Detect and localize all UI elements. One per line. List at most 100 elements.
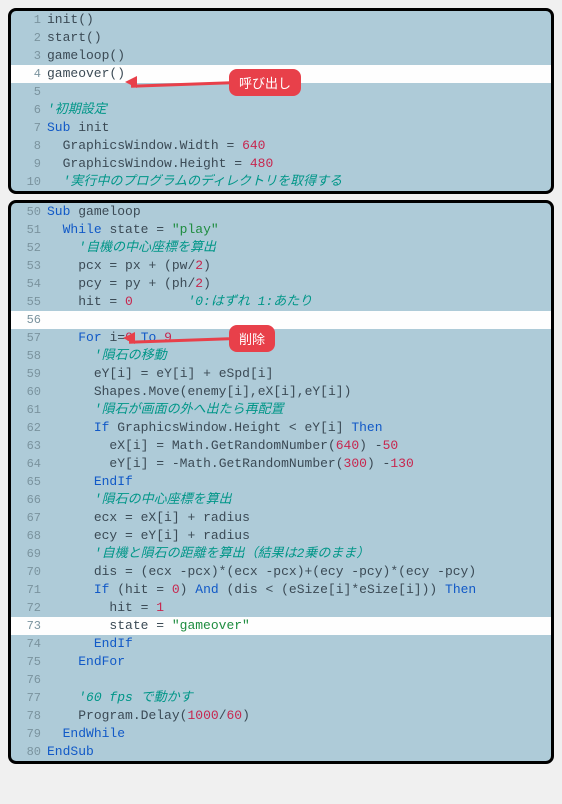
line-number: 59	[11, 365, 47, 383]
code-line: 77 '60 fps で動かす	[11, 689, 551, 707]
line-number: 64	[11, 455, 47, 473]
line-number: 51	[11, 221, 47, 239]
code-content: EndIf	[47, 635, 551, 653]
code-line: 65 EndIf	[11, 473, 551, 491]
line-number: 68	[11, 527, 47, 545]
line-number: 74	[11, 635, 47, 653]
code-line: 60 Shapes.Move(enemy[i],eX[i],eY[i])	[11, 383, 551, 401]
code-line: 8 GraphicsWindow.Width = 640	[11, 137, 551, 155]
code-content: state = "gameover"	[47, 617, 551, 635]
line-number: 67	[11, 509, 47, 527]
code-line: 9 GraphicsWindow.Height = 480	[11, 155, 551, 173]
line-number: 4	[11, 65, 47, 83]
code-line: 68 ecy = eY[i] + radius	[11, 527, 551, 545]
code-line: 72 hit = 1	[11, 599, 551, 617]
code-content: While state = "play"	[47, 221, 551, 239]
line-number: 72	[11, 599, 47, 617]
code-content: init()	[47, 11, 551, 29]
code-line: 62 If GraphicsWindow.Height < eY[i] Then	[11, 419, 551, 437]
code-line: 80EndSub	[11, 743, 551, 761]
line-number: 71	[11, 581, 47, 599]
code-line: 52 '自機の中心座標を算出	[11, 239, 551, 257]
code-line: 10 '実行中のプログラムのディレクトリを取得する	[11, 173, 551, 191]
line-number: 60	[11, 383, 47, 401]
arrow-head-icon	[125, 76, 137, 88]
line-number: 78	[11, 707, 47, 725]
code-content: '隕石の中心座標を算出	[47, 491, 551, 509]
code-content: pcy = py + (ph/2)	[47, 275, 551, 293]
code-content: EndIf	[47, 473, 551, 491]
line-number: 65	[11, 473, 47, 491]
code-line: 54 pcy = py + (ph/2)	[11, 275, 551, 293]
code-content: '自機の中心座標を算出	[47, 239, 551, 257]
code-content: eX[i] = Math.GetRandomNumber(640) -50	[47, 437, 551, 455]
code-content: start()	[47, 29, 551, 47]
code-content: '自機と隕石の距離を算出（結果は2乗のまま）	[47, 545, 551, 563]
code-block-bottom: 削除 50Sub gameloop51 While state = "play"…	[8, 200, 554, 764]
line-number: 77	[11, 689, 47, 707]
code-line: 59 eY[i] = eY[i] + eSpd[i]	[11, 365, 551, 383]
code-line: 7Sub init	[11, 119, 551, 137]
code-line: 73 state = "gameover"	[11, 617, 551, 635]
line-number: 58	[11, 347, 47, 365]
line-number: 55	[11, 293, 47, 311]
code-line: 71 If (hit = 0) And (dis < (eSize[i]*eSi…	[11, 581, 551, 599]
code-line: 51 While state = "play"	[11, 221, 551, 239]
line-number: 5	[11, 83, 47, 101]
code-content: hit = 0 '0:はずれ 1:あたり	[47, 293, 551, 311]
code-line: 67 ecx = eX[i] + radius	[11, 509, 551, 527]
line-number: 1	[11, 11, 47, 29]
code-content: EndWhile	[47, 725, 551, 743]
line-number: 7	[11, 119, 47, 137]
code-line: 74 EndIf	[11, 635, 551, 653]
call-badge: 呼び出し	[229, 69, 301, 96]
code-content: pcx = px + (pw/2)	[47, 257, 551, 275]
line-number: 76	[11, 671, 47, 689]
line-number: 2	[11, 29, 47, 47]
code-content: Program.Delay(1000/60)	[47, 707, 551, 725]
code-line: 70 dis = (ecx -pcx)*(ecx -pcx)+(ecy -pcy…	[11, 563, 551, 581]
line-number: 66	[11, 491, 47, 509]
code-content: eY[i] = -Math.GetRandomNumber(300) -130	[47, 455, 551, 473]
line-number: 56	[11, 311, 47, 329]
line-number: 79	[11, 725, 47, 743]
code-line: 63 eX[i] = Math.GetRandomNumber(640) -50	[11, 437, 551, 455]
code-content: GraphicsWindow.Width = 640	[47, 137, 551, 155]
code-line: 58 '隕石の移動	[11, 347, 551, 365]
code-line: 64 eY[i] = -Math.GetRandomNumber(300) -1…	[11, 455, 551, 473]
code-line: 53 pcx = px + (pw/2)	[11, 257, 551, 275]
code-line: 57 For i=0 To 9	[11, 329, 551, 347]
line-number: 80	[11, 743, 47, 761]
arrow-head-icon	[123, 332, 135, 344]
code-content: ecy = eY[i] + radius	[47, 527, 551, 545]
line-number: 57	[11, 329, 47, 347]
line-number: 52	[11, 239, 47, 257]
code-content: EndSub	[47, 743, 551, 761]
code-content: Shapes.Move(enemy[i],eX[i],eY[i])	[47, 383, 551, 401]
line-number: 63	[11, 437, 47, 455]
code-content: '60 fps で動かす	[47, 689, 551, 707]
code-content: GraphicsWindow.Height = 480	[47, 155, 551, 173]
code-line: 69 '自機と隕石の距離を算出（結果は2乗のまま）	[11, 545, 551, 563]
code-line: 50Sub gameloop	[11, 203, 551, 221]
line-number: 62	[11, 419, 47, 437]
code-content: dis = (ecx -pcx)*(ecx -pcx)+(ecy -pcy)*(…	[47, 563, 551, 581]
line-number: 6	[11, 101, 47, 119]
code-content: If (hit = 0) And (dis < (eSize[i]*eSize[…	[47, 581, 551, 599]
code-content: hit = 1	[47, 599, 551, 617]
code-content: EndFor	[47, 653, 551, 671]
line-number: 8	[11, 137, 47, 155]
code-line: 6'初期設定	[11, 101, 551, 119]
code-line: 2start()	[11, 29, 551, 47]
code-content: '初期設定	[47, 101, 551, 119]
code-content: '実行中のプログラムのディレクトリを取得する	[47, 173, 551, 191]
line-number: 10	[11, 173, 47, 191]
code-line: 61 '隕石が画面の外へ出たら再配置	[11, 401, 551, 419]
line-number: 3	[11, 47, 47, 65]
code-content: '隕石の移動	[47, 347, 551, 365]
code-content: eY[i] = eY[i] + eSpd[i]	[47, 365, 551, 383]
line-number: 75	[11, 653, 47, 671]
delete-badge: 削除	[229, 325, 275, 352]
line-number: 50	[11, 203, 47, 221]
line-number: 61	[11, 401, 47, 419]
